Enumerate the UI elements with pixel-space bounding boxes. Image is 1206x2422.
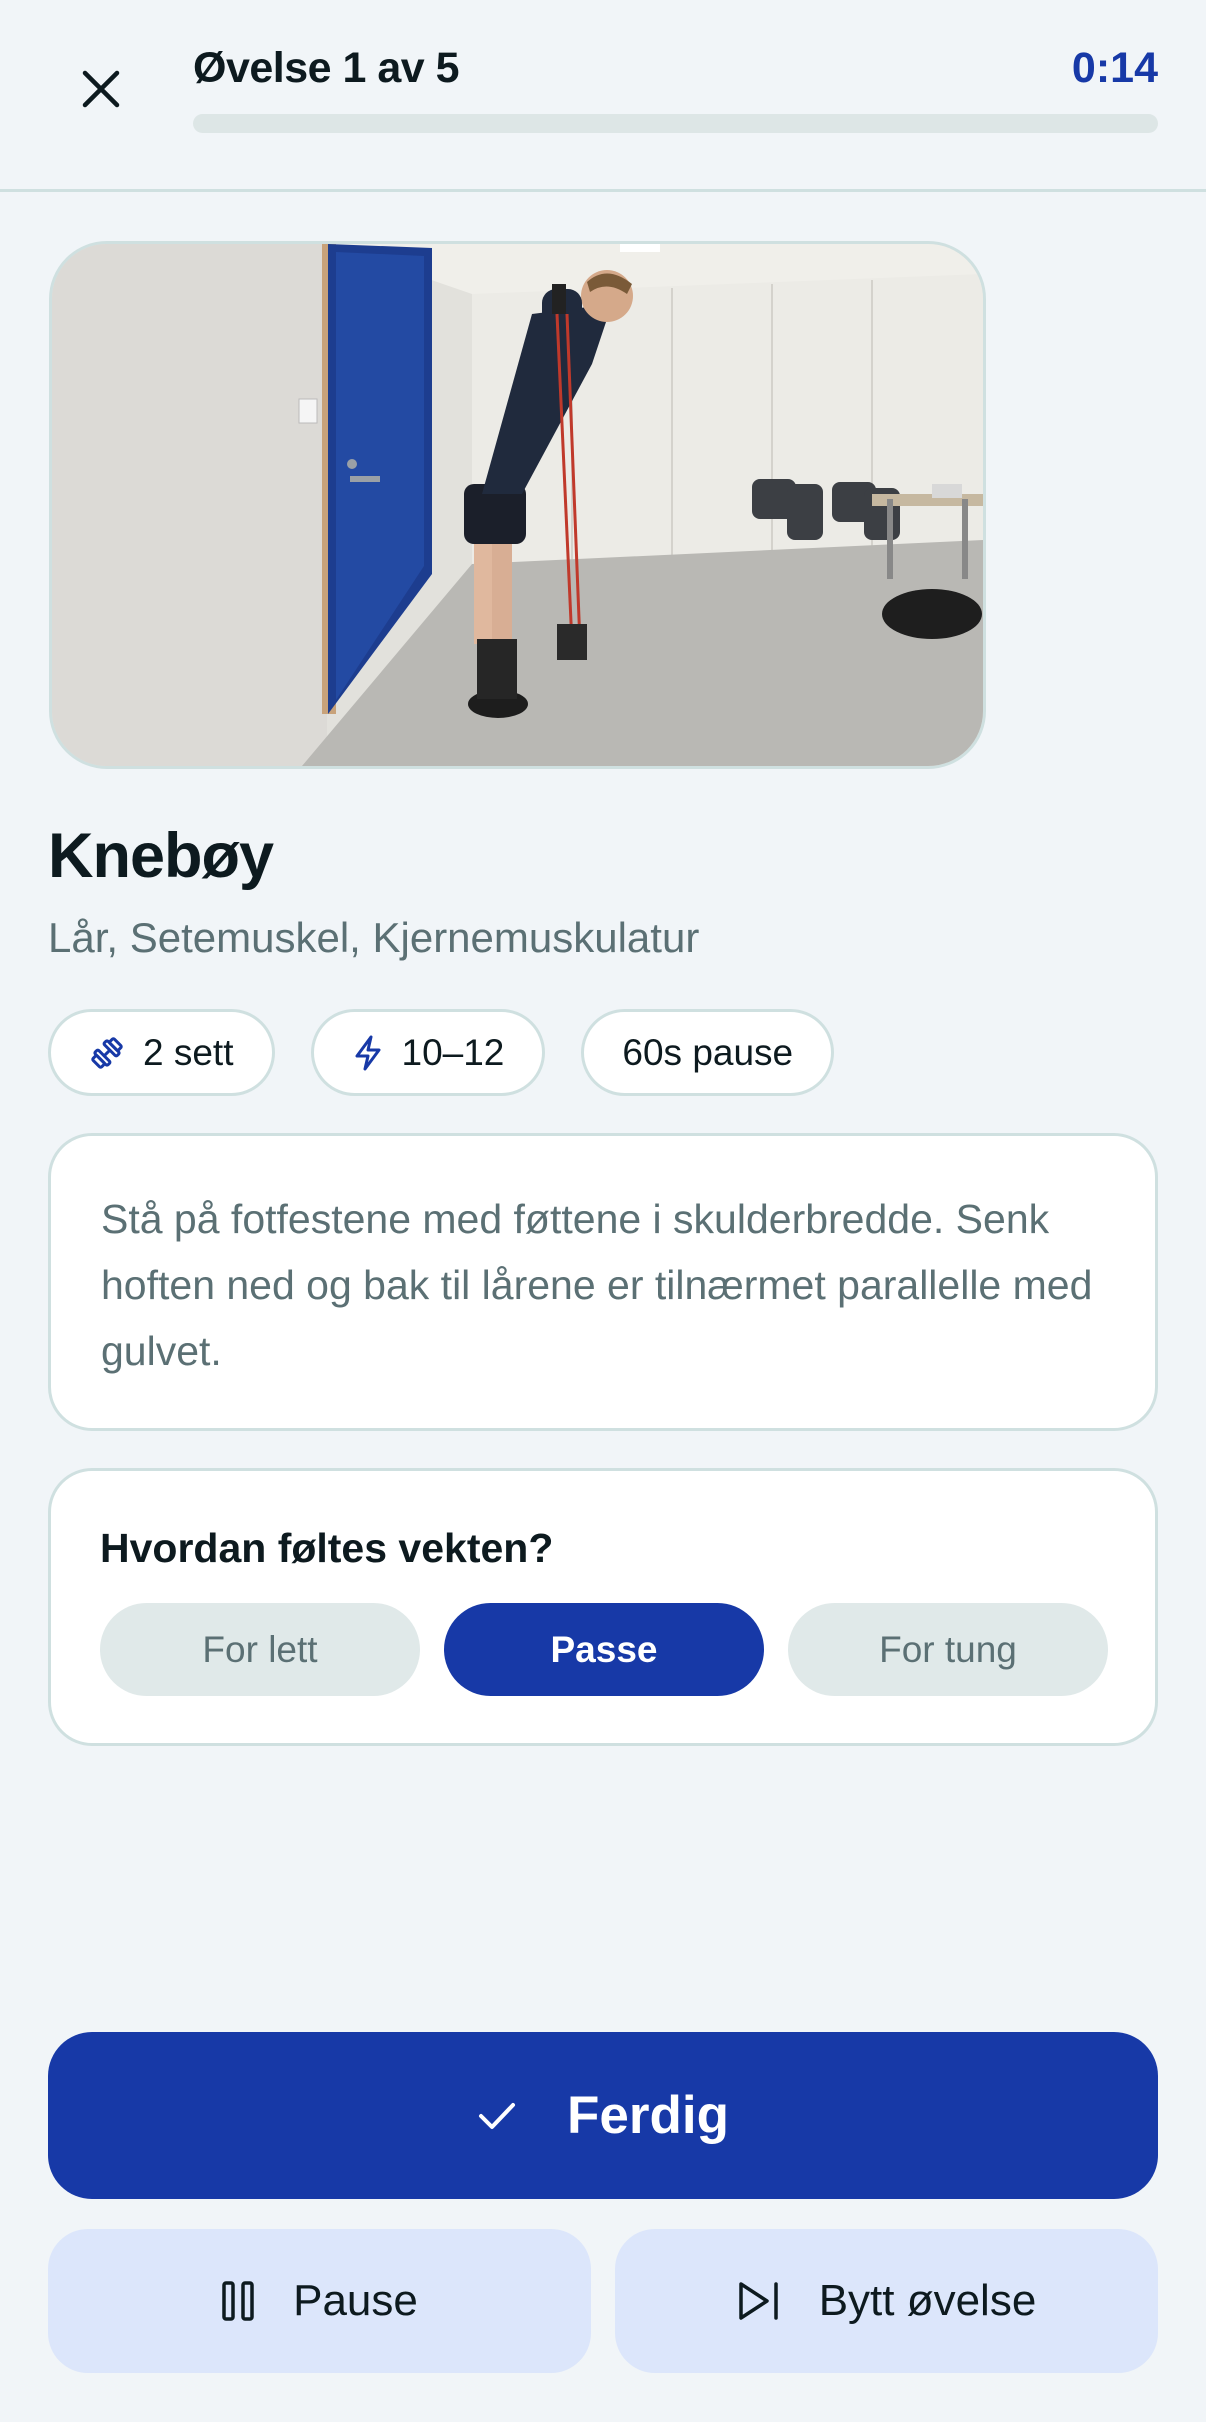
weight-feedback-card: Hvordan føltes vekten? For lett Passe Fo… <box>48 1468 1158 1746</box>
progress-bar <box>193 114 1158 133</box>
pause-label: Pause <box>293 2276 418 2325</box>
rest-chip: 60s pause <box>581 1009 835 1096</box>
swap-exercise-button[interactable]: Bytt øvelse <box>615 2229 1158 2373</box>
exercise-counter: Øvelse 1 av 5 <box>193 44 460 92</box>
dumbbell-icon <box>91 1036 123 1069</box>
weight-options: For lett Passe For tung <box>100 1603 1108 1696</box>
option-too-light[interactable]: For lett <box>100 1603 420 1696</box>
exercise-photo <box>49 241 986 769</box>
pause-icon <box>222 2281 254 2321</box>
elapsed-timer: 0:14 <box>1071 44 1158 92</box>
reps-label: 10–12 <box>401 1031 505 1073</box>
close-icon <box>82 70 120 108</box>
exercise-stats: 2 sett 10–12 60s pause <box>48 1009 835 1096</box>
sets-label: 2 sett <box>143 1031 234 1073</box>
rest-label: 60s pause <box>622 1031 794 1073</box>
swap-label: Bytt øvelse <box>818 2276 1037 2325</box>
skip-next-icon <box>738 2282 778 2320</box>
pause-button[interactable]: Pause <box>48 2229 591 2373</box>
close-button[interactable] <box>66 54 136 124</box>
done-label: Ferdig <box>567 2086 729 2145</box>
exercise-name: Knebøy <box>48 821 274 891</box>
weight-question: Hvordan føltes vekten? <box>100 1525 554 1571</box>
instructions-card: Stå på fotfestene med føttene i skulderb… <box>48 1133 1158 1431</box>
workout-header: Øvelse 1 av 5 0:14 <box>0 0 1206 192</box>
lightning-icon <box>355 1035 380 1070</box>
option-just-right[interactable]: Passe <box>444 1603 764 1696</box>
option-too-heavy[interactable]: For tung <box>788 1603 1108 1696</box>
instructions-text: Stå på fotfestene med føttene i skulderb… <box>101 1196 1093 1374</box>
muscle-groups: Lår, Setemuskel, Kjernemuskulatur <box>48 914 700 961</box>
checkmark-icon <box>479 2102 516 2129</box>
done-button[interactable]: Ferdig <box>48 2032 1158 2199</box>
reps-chip: 10–12 <box>310 1009 546 1096</box>
sets-chip: 2 sett <box>48 1009 275 1096</box>
